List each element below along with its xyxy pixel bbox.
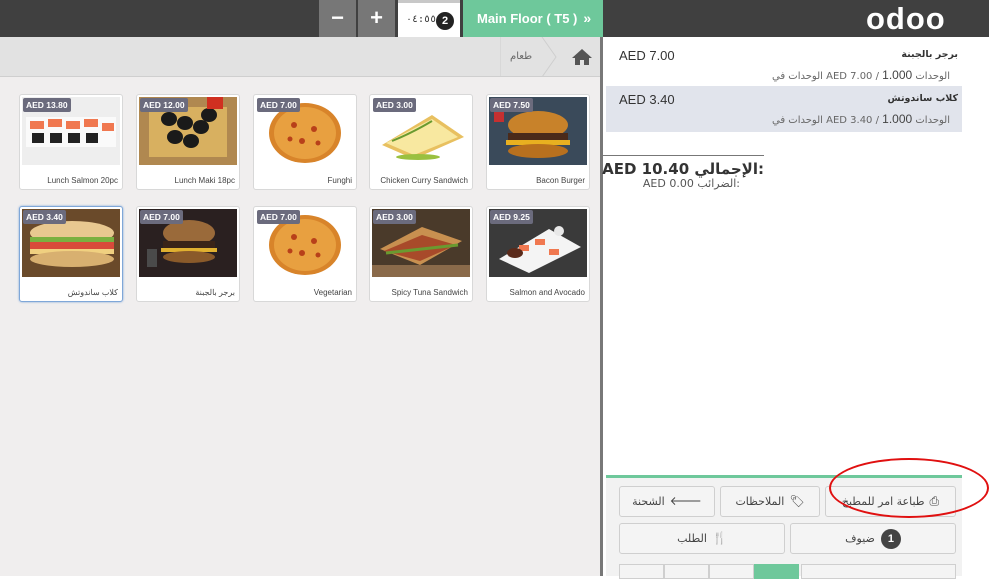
product-card[interactable]: AED 9.25 Salmon and Avocado [486,206,590,302]
order-line-price: AED 3.40 [619,92,675,107]
product-price: AED 9.25 [490,210,533,224]
product-price: AED 3.00 [373,98,416,112]
guests-count: 1 [880,529,901,549]
double-chevron-right-icon: » [583,10,592,26]
order-line-name: برجر بالجبنة [901,49,958,60]
product-name: Lunch Maki 18pc [174,176,235,185]
order-label: الطلب [677,532,707,545]
payment-button[interactable] [801,564,956,579]
product-price: AED 3.00 [373,210,416,224]
order-time: ٠٤:٥٥ [406,14,437,25]
floor-label: Main Floor ( T5 ) [477,11,578,26]
printer-icon: ⎙ [929,494,940,508]
breadcrumb-category[interactable]: طعام [510,51,532,62]
remove-order-button[interactable]: − [319,0,356,37]
breadcrumb: طعام [0,37,600,77]
order-count-badge: 2 [436,12,454,30]
numpad-key[interactable] [709,564,754,579]
utensils-icon: 🍴 [711,531,727,545]
order-line-name: كلاب ساندوتش [887,93,958,104]
product-card[interactable]: AED 12.00 Lunch Maki 18pc [136,94,240,190]
product-name: Vegetarian [313,288,352,297]
guests-label: ضيوف [845,532,875,545]
notes-button[interactable]: الملاحظات 🏷 [720,486,820,517]
product-name: Funghi [327,176,352,185]
product-name: برجر بالجبنة [195,288,235,297]
numpad-key[interactable] [664,564,709,579]
order-total: AED 10.40 الإجمالي: [602,155,764,178]
product-card[interactable]: AED 3.00 Chicken Curry Sandwich [369,94,473,190]
home-icon[interactable] [571,48,593,66]
transfer-button[interactable]: الشحنة 🡐 [619,486,715,517]
add-order-button[interactable]: + [358,0,395,37]
order-taxes: AED 0.00 الضرائب: [642,177,740,190]
product-name: Spicy Tuna Sandwich [391,288,469,297]
arrow-left-icon: 🡐 [669,494,702,508]
product-card[interactable]: AED 7.00 برجر بالجبنة [136,206,240,302]
product-price: AED 7.00 [257,210,300,224]
product-price: AED 3.40 [23,210,66,224]
product-screen: طعام AED 7.50 Bacon Burger AED 3.00 Chic… [0,37,603,576]
product-price: AED 12.00 [140,98,188,112]
product-name: كلاب ساندوتش [67,288,118,297]
product-price: AED 7.50 [490,98,533,112]
product-card[interactable]: AED 7.00 Vegetarian [253,206,357,302]
numpad-mode-qty[interactable] [754,564,799,579]
order-line-price: AED 7.00 [619,48,675,63]
product-price: AED 7.00 [257,98,300,112]
odoo-logo: odoo [866,1,946,36]
print-kitchen-button[interactable]: طباعة امر للمطبخ ⎙ [825,486,956,517]
product-name: Lunch Salmon 20pc [47,176,118,185]
print-kitchen-label: طباعة امر للمطبخ [841,495,925,508]
top-bar: − + ٠٤:٥٥ 2 Main Floor ( T5 ) » odoo [0,0,989,37]
tag-icon: 🏷 [789,494,805,508]
numpad-key[interactable] [619,564,664,579]
order-button[interactable]: الطلب 🍴 [619,523,785,554]
product-card[interactable]: AED 13.80 Lunch Salmon 20pc [19,94,123,190]
product-price: AED 13.80 [23,98,71,112]
control-buttons: طباعة امر للمطبخ ⎙ الملاحظات 🏷 الشحنة 🡐 ضيو… [606,475,962,579]
product-name: Chicken Curry Sandwich [380,176,468,185]
floor-button[interactable]: Main Floor ( T5 ) » [463,0,603,37]
product-card[interactable]: AED 7.00 Funghi [253,94,357,190]
order-tab[interactable]: ٠٤:٥٥ 2 [398,0,460,37]
order-line[interactable]: برجر بالجبنة AED 7.00 الوحدات في AED 7.0… [606,42,962,88]
transfer-label: الشحنة [632,495,665,508]
notes-label: الملاحظات [735,495,785,508]
product-name: Salmon and Avocado [509,288,585,297]
product-card[interactable]: AED 3.00 Spicy Tuna Sandwich [369,206,473,302]
product-card[interactable]: AED 3.40 كلاب ساندوتش [19,206,123,302]
product-card[interactable]: AED 7.50 Bacon Burger [486,94,590,190]
guests-button[interactable]: ضيوف 1 [790,523,956,554]
product-price: AED 7.00 [140,210,183,224]
order-line-selected[interactable]: كلاب ساندوتش AED 3.40 الوحدات في AED 3.4… [606,86,962,132]
product-name: Bacon Burger [536,176,585,185]
order-line-info: الوحدات في AED 3.40 / الوحدات 1.000 [772,112,950,126]
order-panel: برجر بالجبنة AED 7.00 الوحدات في AED 7.0… [602,37,962,579]
order-line-info: الوحدات في AED 7.00 / الوحدات 1.000 [772,68,950,82]
